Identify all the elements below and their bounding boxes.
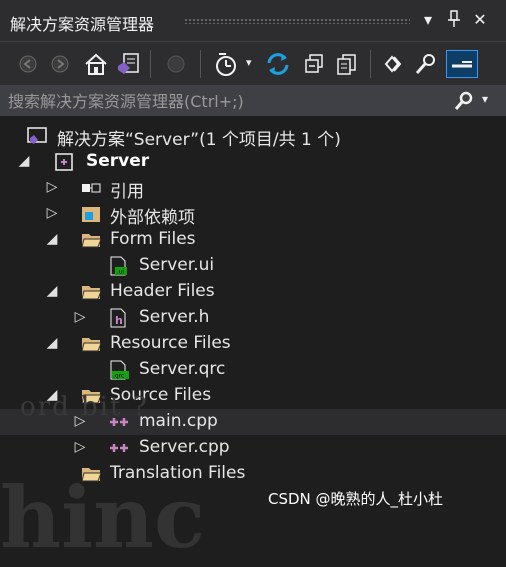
tree-item-references[interactable]: ▷ 引用 [0, 175, 506, 202]
toolbar-separator [200, 50, 201, 78]
back-icon[interactable] [14, 50, 42, 78]
tree-item-server-qrc[interactable]: .qrc Server.qrc [0, 357, 506, 383]
tree-item-label: main.cpp [139, 411, 218, 431]
tree-item-solution[interactable]: 解决方案“Server”(1 个项目/共 1 个) [0, 123, 506, 150]
tree-item-label: Resource Files [110, 333, 231, 353]
toolbar-separator [370, 50, 371, 78]
tree-item-label: Server [86, 151, 150, 171]
tree-item-label: 引用 [110, 182, 144, 202]
history-dropdown-icon[interactable]: ▾ [246, 56, 252, 69]
search-options-chevron-icon[interactable]: ▾ [482, 92, 488, 106]
collapsed-arrow-icon[interactable]: ▷ [44, 178, 60, 196]
tree-item-project[interactable]: ◢ Server [0, 149, 506, 175]
tree-item-label: Server.cpp [139, 437, 230, 457]
tree-item-label: Server.ui [139, 255, 215, 275]
svg-text:h: h [115, 314, 123, 327]
tree-item-label: Server.h [139, 307, 210, 327]
pin-icon[interactable] [444, 10, 464, 30]
tree-item-label: Form Files [110, 229, 196, 249]
tree-item-form-files[interactable]: ◢ Form Files [0, 227, 506, 253]
open-folder-icon [80, 230, 102, 250]
ui-file-icon: .ui [108, 256, 128, 276]
copy-icon[interactable] [332, 50, 360, 78]
csdn-credit: CSDN @晚熟的人_杜小杜 [268, 490, 444, 508]
tree-item-header-files[interactable]: ◢ Header Files [0, 279, 506, 305]
chevron-down-icon[interactable]: ▾ [418, 10, 438, 30]
tree-item-external-deps[interactable]: ▷ 外部依赖项 [0, 201, 506, 228]
external-deps-icon [80, 204, 100, 224]
solution-explorer-panel: 解决方案资源管理器 ▾ ✕ ▾ 搜索解决方案资源管理器(Ctrl+;) ▾ 解决… [0, 0, 506, 560]
expanded-arrow-icon[interactable]: ◢ [44, 230, 60, 248]
tree-item-resource-files[interactable]: ◢ Resource Files [0, 331, 506, 357]
open-folder-icon [80, 282, 102, 302]
title-bar: 解决方案资源管理器 ▾ ✕ [0, 0, 506, 42]
expanded-arrow-icon[interactable]: ◢ [44, 282, 60, 300]
tree-item-server-h[interactable]: ▷ h Server.h [0, 305, 506, 331]
tree-item-server-ui[interactable]: .ui Server.ui [0, 253, 506, 279]
tree-item-server-cpp[interactable]: ▷ Server.cpp [0, 435, 506, 461]
expanded-arrow-icon[interactable]: ◢ [16, 152, 32, 170]
expanded-arrow-icon[interactable]: ◢ [44, 334, 60, 352]
forward-icon[interactable] [46, 50, 74, 78]
header-file-icon: h [108, 308, 128, 328]
svg-text:.qrc: .qrc [113, 373, 124, 380]
vs-solution-icon[interactable] [114, 50, 142, 78]
collapsed-arrow-icon[interactable]: ▷ [44, 204, 60, 222]
search-icon[interactable] [454, 91, 474, 111]
svg-text:.ui: .ui [117, 269, 125, 276]
wrench-icon[interactable] [412, 50, 440, 78]
preview-toggle-icon[interactable] [446, 50, 478, 78]
solution-icon [26, 126, 47, 146]
solution-tree: 解决方案“Server”(1 个项目/共 1 个) ◢ Server ▷ 引用 … [0, 120, 506, 520]
toolbar: ▾ [0, 42, 506, 86]
home-icon[interactable] [82, 50, 110, 78]
open-folder-icon [80, 334, 102, 354]
qrc-file-icon: .qrc [108, 360, 129, 380]
search-box: ▾ [0, 86, 506, 116]
tree-item-label: 解决方案“Server”(1 个项目/共 1 个) [57, 130, 341, 150]
history-icon[interactable] [212, 50, 240, 78]
qt-project-icon [54, 152, 74, 172]
tree-item-label: Header Files [110, 281, 215, 301]
panel-title: 解决方案资源管理器 [10, 15, 155, 34]
refresh-icon[interactable] [264, 50, 292, 78]
background-watermark-text: ord bit ? [20, 392, 149, 422]
background-watermark-large: hinc [0, 468, 206, 567]
references-icon [80, 178, 101, 198]
close-icon[interactable]: ✕ [470, 10, 490, 30]
collapsed-arrow-icon[interactable]: ▷ [72, 438, 88, 456]
collapsed-arrow-icon[interactable]: ▷ [72, 308, 88, 326]
toolbar-separator [150, 50, 151, 78]
sync-icon[interactable] [162, 50, 190, 78]
drag-grip[interactable] [184, 18, 410, 24]
search-input[interactable] [8, 90, 438, 112]
collapse-all-icon[interactable] [300, 50, 328, 78]
tree-item-label: 外部依赖项 [110, 208, 195, 228]
tree-item-label: Server.qrc [139, 359, 226, 379]
cpp-file-icon [108, 438, 128, 458]
show-all-icon[interactable] [380, 50, 408, 78]
